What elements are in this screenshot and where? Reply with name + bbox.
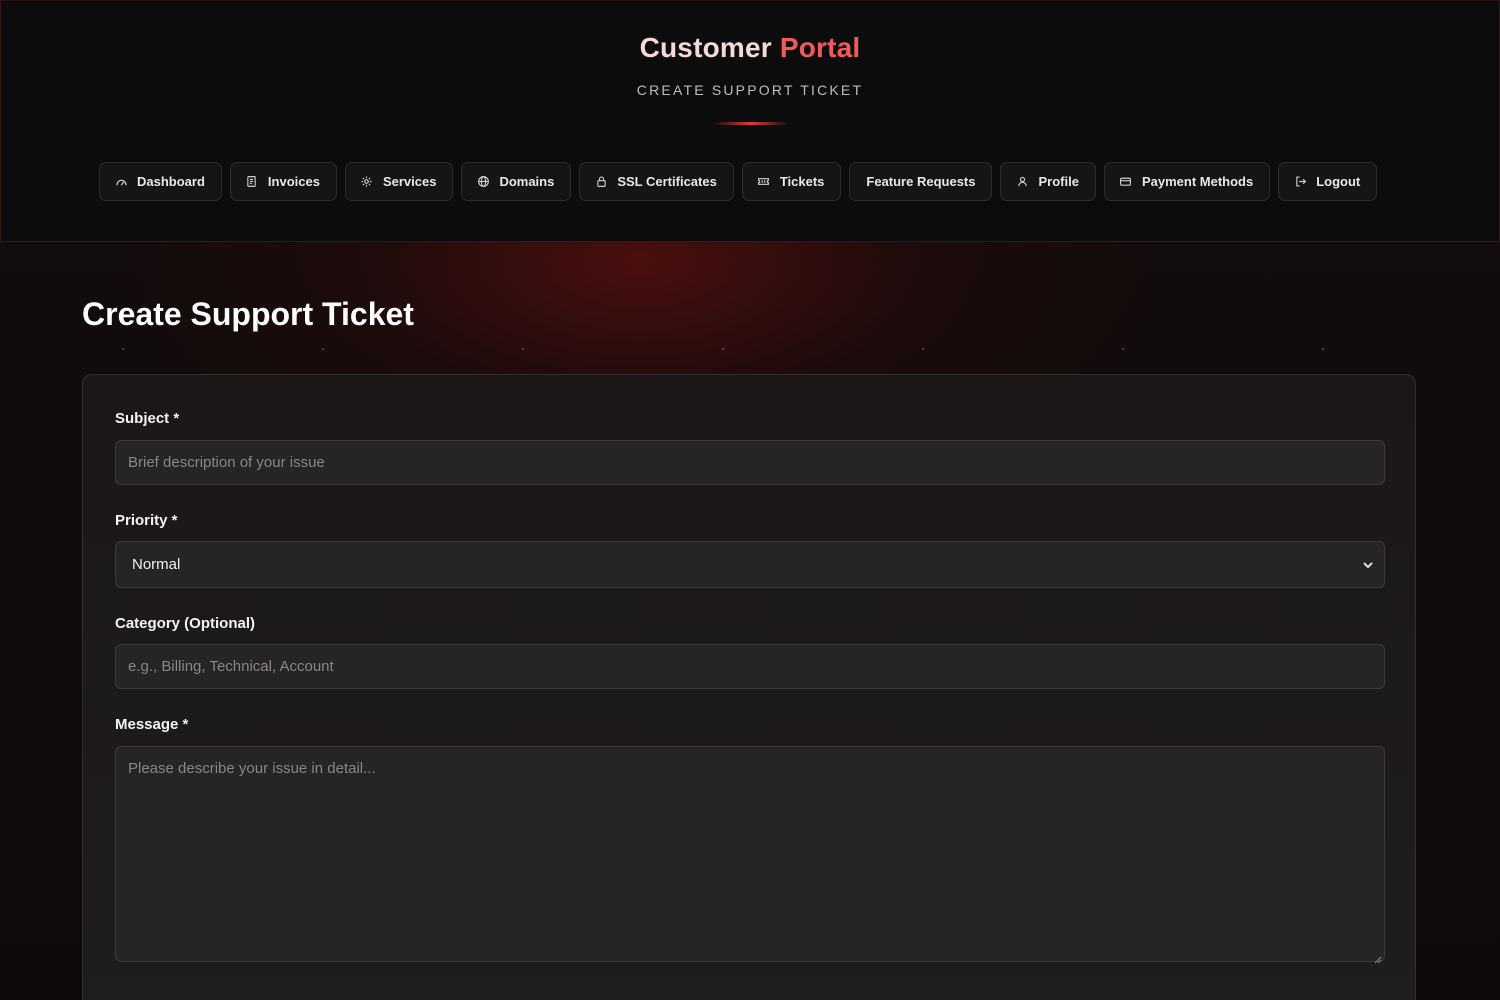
nav-feature-requests-button[interactable]: Feature Requests (849, 162, 993, 201)
category-label: Category (Optional) (115, 615, 256, 632)
nav-invoices-button[interactable]: Invoices (229, 162, 337, 201)
ticket-icon (757, 175, 771, 189)
page: Customer Portal CREATE SUPPORT TICKET Da… (0, 0, 1500, 1000)
priority-select[interactable]: Normal (115, 541, 1385, 588)
nav-logout-button[interactable]: Logout (1278, 162, 1378, 201)
priority-label: Priority * (115, 512, 178, 529)
nav-tickets-label: Tickets (779, 174, 825, 189)
message-wrapper (115, 746, 1385, 964)
message-label: Message * (115, 716, 189, 733)
gauge-icon (114, 175, 128, 189)
ticket-form-card: Subject * Priority * Normal Category (Op… (82, 374, 1416, 1000)
resize-handle-icon[interactable] (1374, 951, 1382, 964)
nav-payment-methods-label: Payment Methods (1141, 174, 1254, 189)
globe-icon (476, 175, 490, 189)
nav-ssl-certificates-button[interactable]: SSL Certificates (579, 162, 734, 201)
nav-dashboard-label: Dashboard (137, 174, 205, 189)
gear-icon (360, 175, 374, 189)
main-nav: Dashboard Invoices Services Domains SSL … (99, 162, 1378, 201)
receipt-icon (245, 175, 259, 189)
credit-card-icon (1119, 175, 1133, 189)
priority-selected-value: Normal (132, 556, 181, 573)
nav-dashboard-button[interactable]: Dashboard (99, 162, 222, 201)
nav-tickets-button[interactable]: Tickets (741, 162, 842, 201)
nav-feature-requests-label: Feature Requests (866, 174, 976, 189)
header-subtitle: CREATE SUPPORT TICKET (636, 82, 864, 98)
chevron-down-icon (1362, 558, 1374, 570)
nav-services-button[interactable]: Services (344, 162, 454, 201)
page-title: Create Support Ticket (82, 296, 414, 332)
nav-logout-label: Logout (1316, 174, 1361, 189)
nav-domains-button[interactable]: Domains (461, 162, 572, 201)
nav-profile-label: Profile (1038, 174, 1079, 189)
brand-title: Customer Portal (1, 32, 1499, 64)
header: Customer Portal CREATE SUPPORT TICKET Da… (0, 0, 1500, 242)
nav-profile-button[interactable]: Profile (1000, 162, 1096, 201)
header-accent-line (713, 122, 789, 125)
user-icon (1015, 175, 1029, 189)
subject-label: Subject * (115, 410, 180, 427)
nav-ssl-certificates-label: SSL Certificates (617, 174, 717, 189)
nav-services-label: Services (382, 174, 437, 189)
lock-icon (594, 175, 608, 189)
subject-input[interactable] (115, 440, 1385, 485)
nav-invoices-label: Invoices (267, 174, 320, 189)
nav-payment-methods-button[interactable]: Payment Methods (1103, 162, 1271, 201)
nav-domains-label: Domains (499, 174, 555, 189)
logout-icon (1293, 175, 1307, 189)
message-textarea[interactable] (115, 746, 1385, 962)
category-input[interactable] (115, 644, 1385, 689)
brand-title-part2: Portal (779, 32, 861, 63)
brand-title-part1: Customer (639, 32, 772, 63)
